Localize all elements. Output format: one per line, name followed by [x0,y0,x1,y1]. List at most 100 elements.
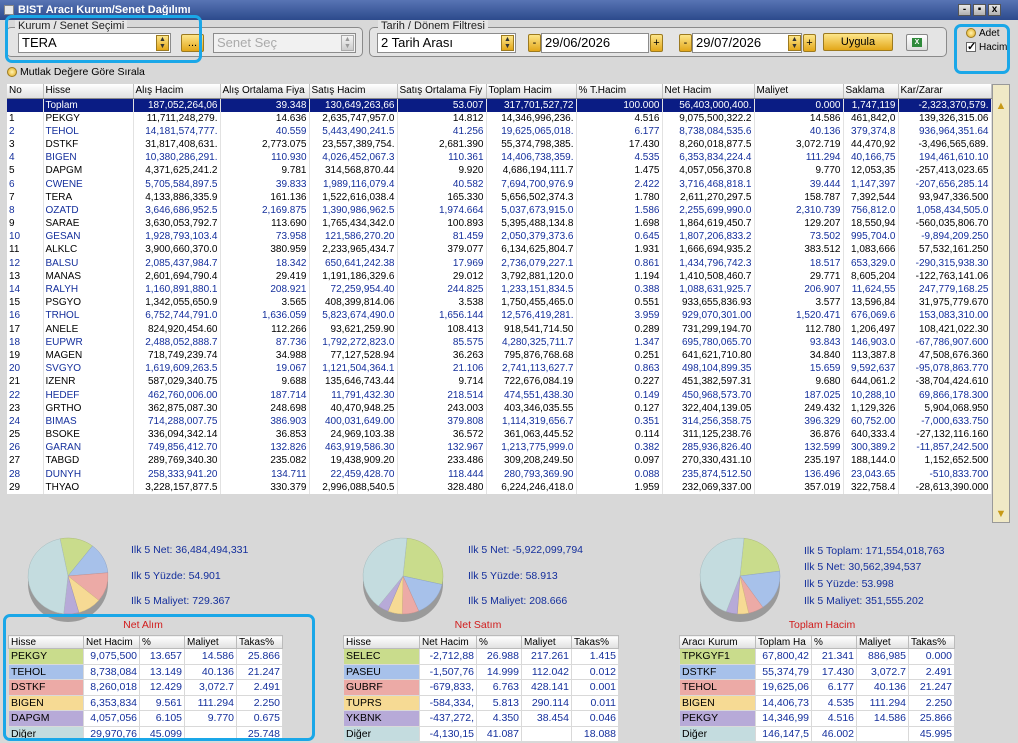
table-row[interactable]: 29 THYAO 3,228,157,877.5 330.379 2,996,088,5… [7,480,992,494]
summary-row[interactable]: PASEU -1,507,76 14.999 112.042 0.012 [343,663,619,680]
column-header[interactable]: Hisse [43,84,134,99]
summary-row[interactable]: Diğer 146,147,5 46.002 45.995 [679,725,955,742]
summary-row[interactable]: TEHOL 19,625,06 6.177 40.136 21.247 [679,679,955,696]
table-cell: -11,857,242.500 [898,441,992,455]
table-row[interactable]: 23 GRTHO 362,875,087.30 248.698 40,470,948.2… [7,401,992,415]
column-header[interactable]: % [811,635,857,649]
column-header[interactable]: Toplam Hacim [486,84,577,99]
table-row[interactable]: 27 TABGD 289,769,340.30 235.082 19,438,909.2… [7,454,992,468]
table-cell: 3.538 [397,296,487,310]
summary-cell: YKBNK [343,710,420,727]
column-header[interactable]: Net Hacim [662,84,755,99]
table-cell: 933,655,836.93 [662,296,755,310]
table-cell: 60,752.00 [843,414,899,428]
table-row[interactable]: 20 SVGYO 1,619,609,263.5 19.067 1,121,504,36… [7,362,992,376]
maximize-button[interactable]: ▪ [973,4,986,16]
table-cell: 1,765,434,342.0 [309,217,398,231]
summary-row[interactable]: PEKGY 14,346,99 4.516 14.586 25.866 [679,710,955,727]
summary-row[interactable]: Diğer -4,130,15 41.087 18.088 [343,725,619,742]
table-row[interactable]: 4 BIGEN 10,380,286,291. 110.930 4,026,452,06… [7,151,992,165]
minimize-button[interactable]: - [958,4,971,16]
column-header[interactable]: Satış Hacim [309,84,398,99]
close-button[interactable]: x [988,4,1001,16]
summary-row[interactable]: YKBNK -437,272, 4.350 38.454 0.046 [343,710,619,727]
table-row[interactable]: 15 PSGYO 1,342,055,650.9 3.565 408,399,814.0… [7,296,992,310]
table-cell: GESAN [43,230,134,244]
table-row[interactable]: 7 TERA 4,133,886,335.9 161.136 1,522,616,038… [7,190,992,204]
excel-export-button[interactable]: X [906,34,928,51]
column-header[interactable]: Maliyet [856,635,909,649]
column-header[interactable]: Alış Ortalama Fiya [220,84,310,99]
sort-absolute-option[interactable]: Mutlak Değere Göre Sırala [7,66,145,78]
table-cell: 498,104,899.35 [662,362,755,376]
table-row[interactable]: 25 BSOKE 336,094,342.14 36.853 24,969,103.38… [7,428,992,442]
table-row[interactable]: 12 BALSU 2,085,437,984.7 18.342 650,641,242.… [7,256,992,270]
table-row[interactable]: 28 DUNYH 258,333,941.20 134.711 22,459,428.7… [7,467,992,481]
summary-row[interactable]: BIGEN 14,406,73 4.535 111.294 2.250 [679,694,955,711]
table-cell: 23,557,389,754. [309,137,398,152]
table-scrollbar[interactable]: ▲ ▼ [992,84,1010,523]
column-header[interactable]: Aracı Kurum [679,635,756,649]
column-header[interactable]: Hisse [343,635,420,649]
summary-row[interactable]: TPKGYF1 67,800,42 21.341 886,985 0.000 [679,648,955,665]
table-row[interactable]: 3 DSTKF 31,817,408,631. 2,773.075 23,557,389… [7,137,992,152]
senet-select[interactable]: Senet Seç ▲ ▼ [213,33,356,53]
date-end-increment[interactable]: + [803,34,816,52]
table-cell: 380.959 [220,243,310,257]
table-cell: 235.082 [220,454,310,468]
table-total-row[interactable]: Toplam 187,052,264,06 39.348 130,649,263,66… [7,98,992,112]
summary-row[interactable]: SELEC -2,712,88 26.988 217.261 1.415 [343,648,619,665]
panel2-stat: Ilk 5 Yüzde: 53.998 [804,578,894,590]
summary-row[interactable]: GUBRF -679,833, 6.763 428.141 0.001 [343,679,619,696]
table-cell: HEDEF [43,388,134,402]
table-row[interactable]: 24 BIMAS 714,288,007.75 386.903 400,031,649.… [7,414,992,428]
column-header[interactable]: No [7,84,44,99]
summary-row[interactable]: TUPRS -584,334, 5.813 290.114 0.011 [343,694,619,711]
table-row[interactable]: 16 TRHOL 6,752,744,791.0 1,636.059 5,823,674… [7,309,992,323]
table-row[interactable]: 17 ANELE 824,920,454.60 112.266 93,621,259.9… [7,322,992,336]
column-header[interactable]: Satış Ortalama Fiy [397,84,487,99]
table-row[interactable]: 1 PEKGY 11,711,248,279. 14.636 2,635,747,957… [7,111,992,125]
period-select[interactable]: 2 Tarih Arası ▲ ▼ [377,33,516,53]
table-row[interactable]: 18 EUPWR 2,488,052,888.7 87.736 1,792,272,82… [7,335,992,349]
column-header[interactable]: Kar/Zarar [898,84,992,99]
column-header[interactable]: Saklama [843,84,899,99]
table-cell: 1,114,319,656.7 [486,414,577,428]
table-row[interactable]: 21 IZENR 587,029,340.75 9.688 135,646,743.44… [7,375,992,389]
column-header[interactable]: Takas% [908,635,955,649]
column-header[interactable]: % [476,635,522,649]
table-row[interactable]: 2 TEHOL 14,181,574,777. 40.559 5,443,490,241… [7,124,992,138]
table-row[interactable]: 9 SARAE 3,630,053,792.7 113.690 1,765,434,34… [7,217,992,231]
date-start-field[interactable]: 29/06/2026 [541,33,649,53]
column-header[interactable]: Toplam Ha [755,635,812,649]
table-cell: 18.342 [220,256,310,270]
table-cell: 2,611,270,297.5 [662,190,755,204]
column-header[interactable]: Maliyet [754,84,844,99]
table-cell: 1.780 [576,190,663,204]
table-row[interactable]: 10 GESAN 1,928,793,103.4 73.958 121,586,270.… [7,230,992,244]
table-row[interactable]: 6 CWENE 5,705,584,897.5 39.833 1,989,116,079… [7,177,992,191]
scroll-up-icon[interactable]: ▲ [994,99,1008,113]
date-start-decrement[interactable]: - [528,34,541,52]
date-end-field[interactable]: 29/07/2026 ▲ ▼ [692,33,802,53]
date-start-increment[interactable]: + [650,34,663,52]
summary-row[interactable]: DSTKF 55,374,79 17.430 3,072.7 2.491 [679,663,955,680]
table-row[interactable]: 14 RALYH 1,160,891,880.1 208.921 72,259,954.… [7,282,992,297]
table-row[interactable]: 22 HEDEF 462,760,006.00 187.714 11,791,432.3… [7,388,992,402]
scroll-down-icon[interactable]: ▼ [994,507,1008,521]
table-row[interactable]: 5 DAPGM 4,371,625,241.2 9.781 314,568,870.44… [7,164,992,178]
table-cell: 289,769,340.30 [133,454,221,468]
table-row[interactable]: 19 MAGEN 718,749,239.74 34.988 77,127,528.94… [7,348,992,363]
column-header[interactable]: Maliyet [521,635,572,649]
column-header[interactable]: % T.Hacim [576,84,663,99]
table-row[interactable]: 13 MANAS 2,601,694,790.4 29.419 1,191,186,32… [7,269,992,283]
summary-cell: 112.042 [521,663,572,680]
apply-button[interactable]: Uygula [823,33,893,51]
table-row[interactable]: 8 OZATD 3,646,686,952.5 2,169.875 1,390,986,… [7,203,992,217]
column-header[interactable]: Takas% [571,635,619,649]
date-end-decrement[interactable]: - [679,34,692,52]
column-header[interactable]: Alış Hacim [133,84,221,99]
table-row[interactable]: 11 ALKLC 3,900,660,370.0 380.959 2,233,965,4… [7,243,992,257]
table-row[interactable]: 26 GARAN 749,856,412.70 132.826 463,919,586.… [7,441,992,455]
column-header[interactable]: Net Hacim [419,635,477,649]
